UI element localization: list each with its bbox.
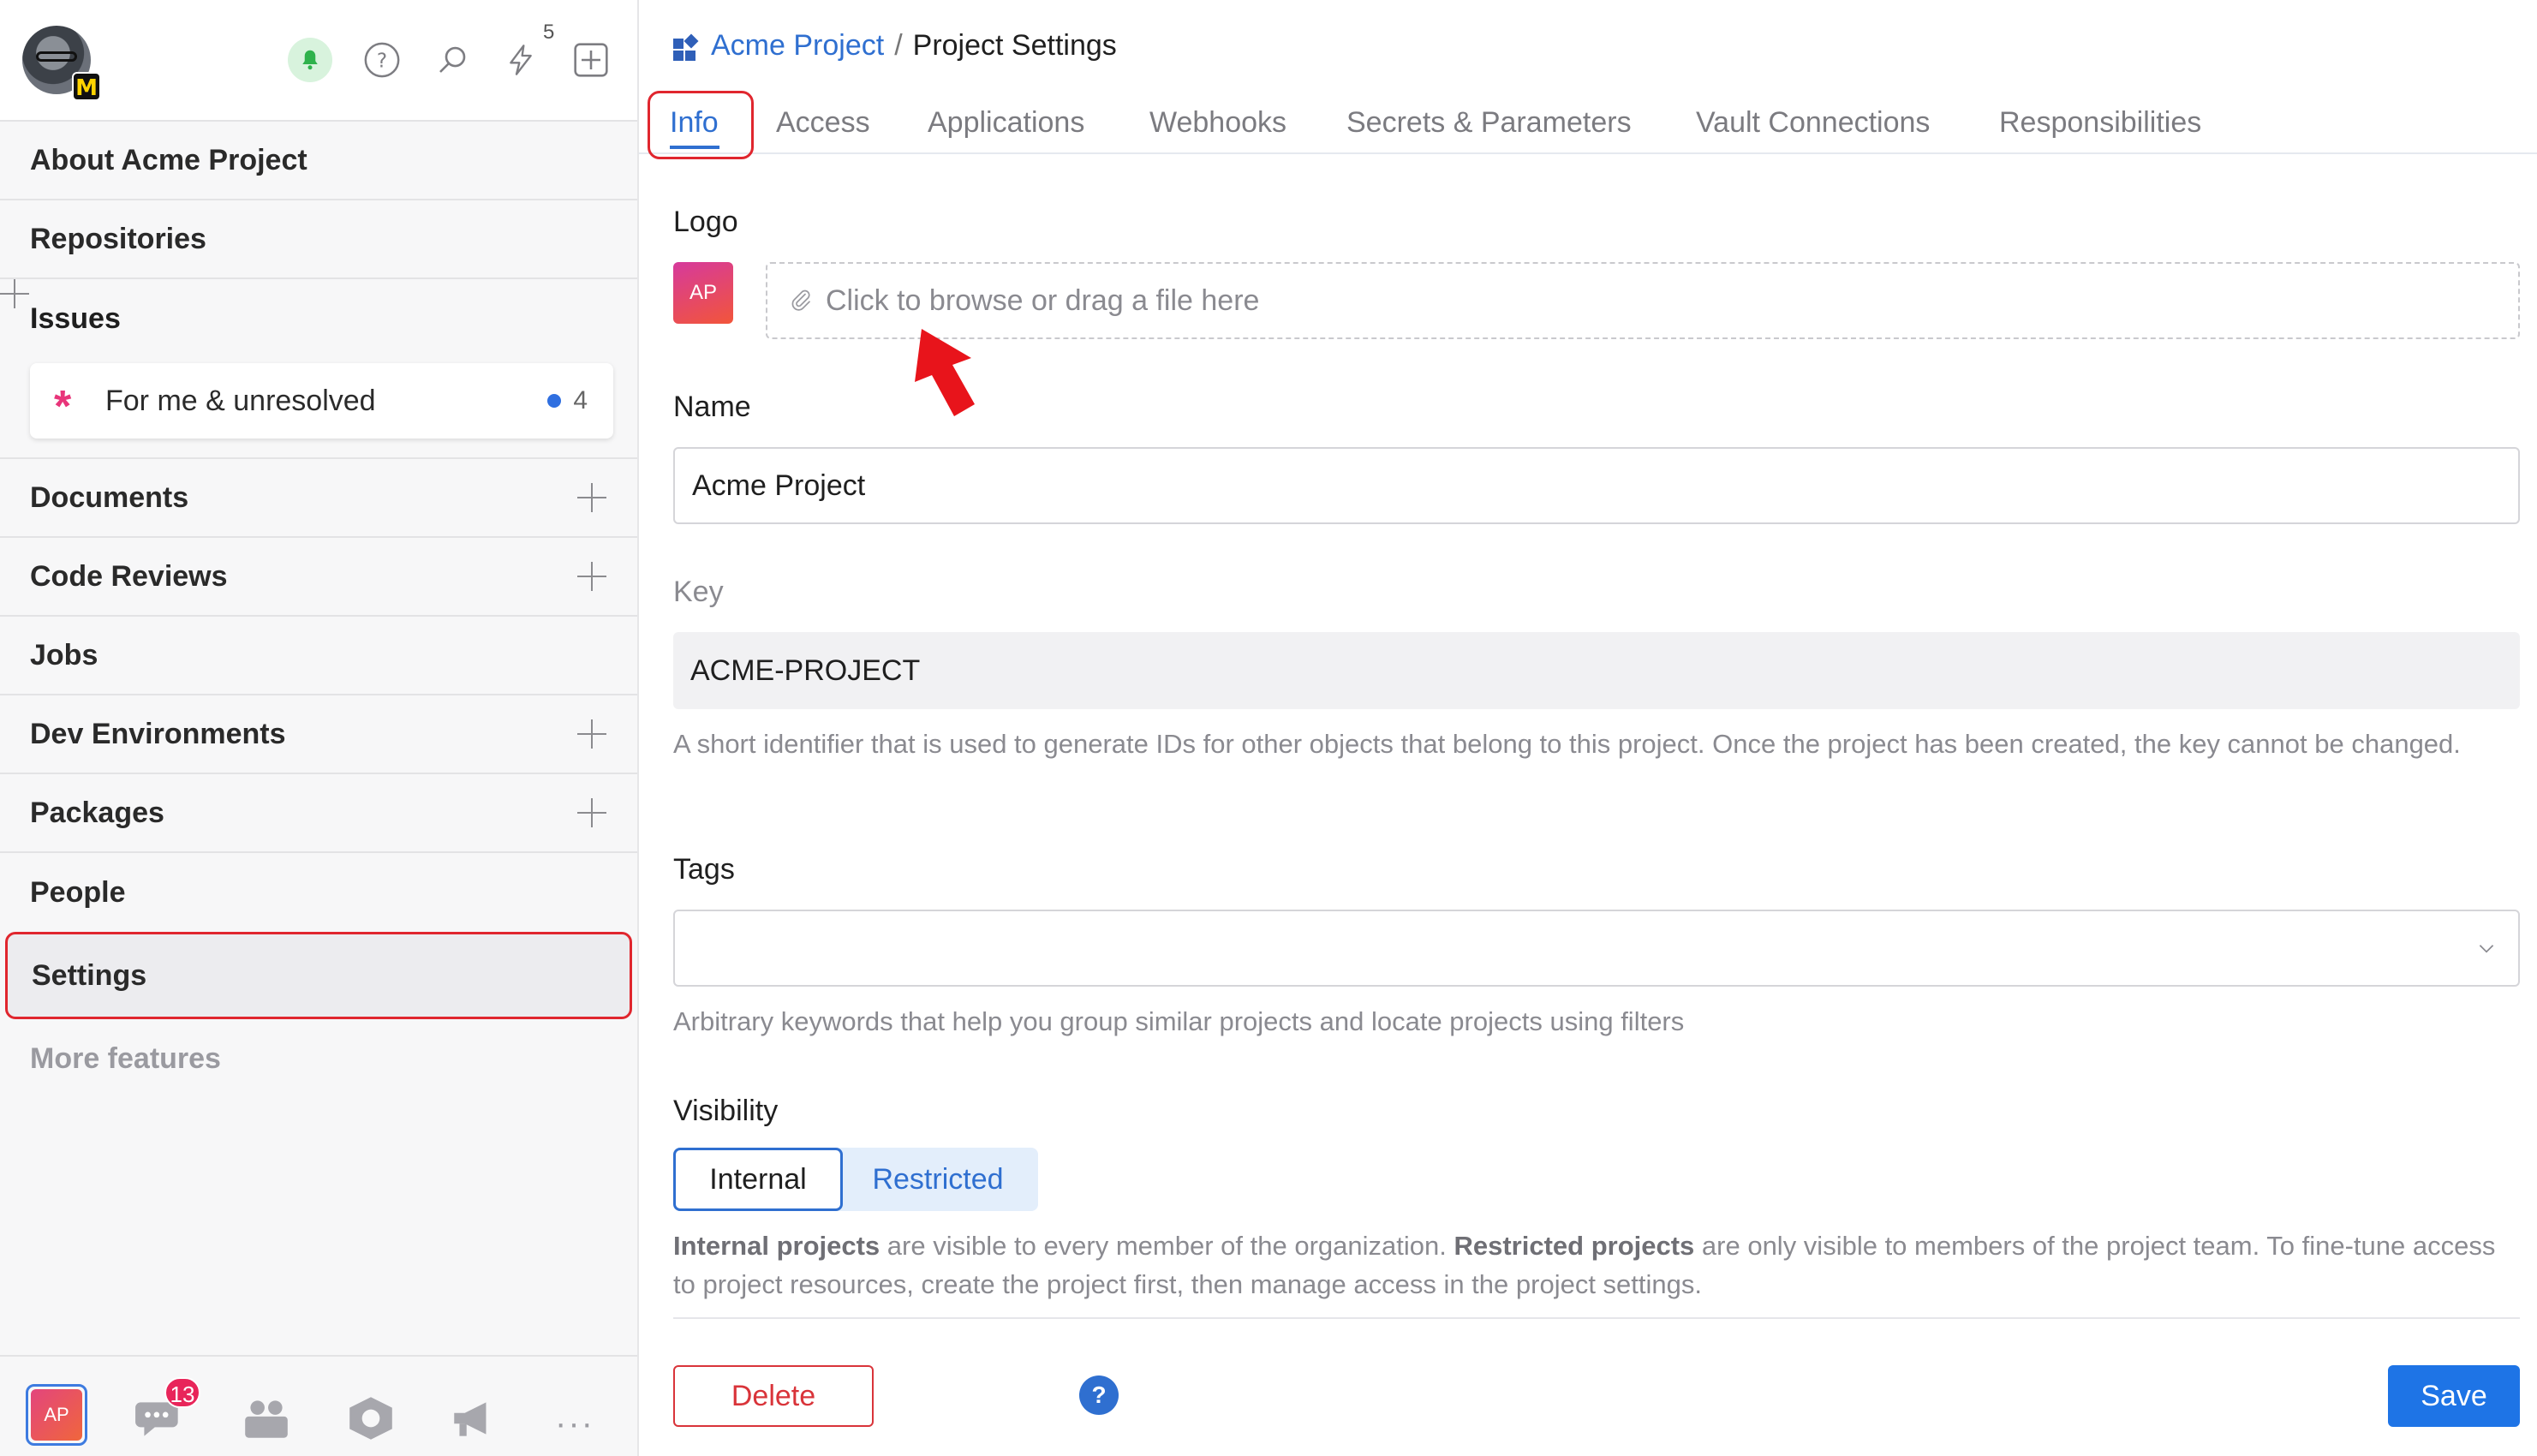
add-square-icon[interactable] (569, 38, 613, 82)
user-avatar[interactable]: M (22, 26, 101, 101)
tags-hint: Arbitrary keywords that help you group s… (673, 1006, 1685, 1036)
tab-webhooks[interactable]: Webhooks (1149, 106, 1286, 140)
delete-button[interactable]: Delete (673, 1365, 874, 1427)
tab-access[interactable]: Access (776, 106, 870, 140)
bell-icon[interactable] (288, 38, 332, 82)
key-field: ACME-PROJECT (673, 632, 2520, 709)
plus-icon[interactable] (577, 719, 606, 749)
megaphone-icon[interactable] (447, 1394, 500, 1442)
footer-divider (673, 1317, 2520, 1319)
team-icon[interactable] (240, 1394, 293, 1442)
save-button[interactable]: Save (2388, 1365, 2520, 1427)
name-label: Name (673, 391, 751, 423)
sidebar-item-label: Repositories (30, 222, 206, 255)
name-input[interactable] (673, 447, 2520, 524)
sidebar-item-code-reviews[interactable]: Code Reviews (0, 538, 637, 617)
unread-dot-icon (547, 394, 562, 408)
visibility-segmented-control: Internal Restricted (673, 1148, 1038, 1211)
notification-count: 5 (543, 21, 555, 44)
plus-icon[interactable] (577, 483, 606, 512)
sidebar-item-label: Jobs (30, 638, 98, 671)
visibility-hint-restricted: Restricted projects (1454, 1231, 1695, 1261)
project-switcher-button[interactable]: AP (26, 1384, 87, 1446)
sidebar-item-repositories[interactable]: Repositories (0, 200, 637, 279)
main-content: Acme Project / Project Settings Info Acc… (639, 0, 2537, 1456)
visibility-label: Visibility (673, 1095, 779, 1127)
breadcrumb: Acme Project / Project Settings (673, 29, 1117, 63)
tags-label: Tags (673, 853, 735, 886)
visibility-hint-text-1: are visible to every member of the organ… (880, 1231, 1454, 1261)
issue-filter-count: 4 (573, 386, 588, 415)
help-icon[interactable]: ? (360, 38, 404, 82)
visibility-hint-internal: Internal projects (673, 1231, 880, 1261)
sidebar-item-label: People (30, 875, 126, 909)
active-tab-indicator (670, 146, 719, 149)
avatar-glasses (36, 51, 77, 62)
sidebar-item-label: Settings (32, 958, 147, 992)
bolt-icon[interactable] (498, 38, 543, 82)
sidebar: M ? 5 About Acme Project Repositories Is… (0, 0, 639, 1456)
sidebar-item-jobs[interactable]: Jobs (0, 617, 637, 695)
sidebar-item-people[interactable]: People (0, 853, 637, 932)
key-hint: A short identifier that is used to gener… (673, 729, 2461, 759)
asterisk-icon: * (54, 382, 72, 432)
plus-icon[interactable] (577, 562, 606, 591)
sidebar-item-settings[interactable]: Settings (5, 932, 632, 1019)
plus-icon[interactable] (577, 798, 606, 827)
red-arrow-icon (915, 329, 975, 416)
chevron-down-icon (2479, 945, 2494, 953)
settings-tabs: Info Access Applications Webhooks Secret… (639, 91, 2537, 159)
dropzone-label: Click to browse or drag a file here (826, 283, 1260, 317)
org-badge: M (72, 72, 101, 101)
tags-select[interactable] (673, 910, 2520, 987)
project-initials: AP (31, 1389, 82, 1441)
tab-responsibilities[interactable]: Responsibilities (1999, 106, 2201, 140)
issue-filter-item[interactable]: * For me & unresolved 4 (30, 363, 613, 439)
sidebar-item-label: Packages (30, 796, 164, 829)
sidebar-item-label: Dev Environments (30, 717, 286, 750)
sidebar-issues-section: Issues * For me & unresolved 4 (0, 279, 637, 459)
chat-unread-badge: 13 (164, 1377, 200, 1408)
breadcrumb-project-link[interactable]: Acme Project (711, 29, 884, 63)
bottom-app-bar: AP 13 ··· (0, 1355, 637, 1456)
sidebar-item-issues[interactable]: Issues (0, 279, 637, 358)
visibility-restricted-option[interactable]: Restricted (838, 1148, 1038, 1211)
logo-label: Logo (673, 206, 738, 238)
sidebar-item-label: Issues (30, 301, 121, 335)
sidebar-item-about[interactable]: About Acme Project (0, 122, 637, 200)
sidebar-item-more-features[interactable]: More features (0, 1019, 637, 1098)
more-icon[interactable]: ··· (555, 1405, 608, 1453)
sidebar-header: M ? 5 (0, 0, 637, 122)
logo-dropzone[interactable]: Click to browse or drag a file here (766, 262, 2520, 339)
sidebar-item-label: About Acme Project (30, 143, 307, 176)
search-icon[interactable] (430, 38, 475, 82)
breadcrumb-separator: / (894, 29, 903, 62)
issue-filter-label: For me & unresolved (105, 384, 376, 417)
project-logo: AP (673, 262, 733, 324)
key-label: Key (673, 576, 724, 608)
sidebar-item-label: Documents (30, 480, 189, 514)
sidebar-item-documents[interactable]: Documents (0, 459, 637, 538)
paperclip-icon (791, 289, 810, 311)
help-button[interactable]: ? (1079, 1375, 1119, 1415)
tab-applications[interactable]: Applications (928, 106, 1084, 140)
svg-text:?: ? (377, 51, 387, 73)
project-grid-icon (673, 33, 699, 61)
hexagon-icon[interactable] (344, 1394, 397, 1442)
sidebar-item-dev-environments[interactable]: Dev Environments (0, 695, 637, 774)
tab-vault-connections[interactable]: Vault Connections (1696, 106, 1930, 140)
breadcrumb-current: Project Settings (912, 29, 1117, 62)
visibility-hint: Internal projects are visible to every m… (673, 1226, 2498, 1304)
key-value: ACME-PROJECT (690, 653, 921, 687)
sidebar-item-packages[interactable]: Packages (0, 774, 637, 853)
tab-info[interactable]: Info (670, 106, 719, 140)
visibility-internal-option[interactable]: Internal (673, 1148, 843, 1211)
tab-secrets-parameters[interactable]: Secrets & Parameters (1346, 106, 1632, 140)
sidebar-item-label: Code Reviews (30, 559, 228, 593)
